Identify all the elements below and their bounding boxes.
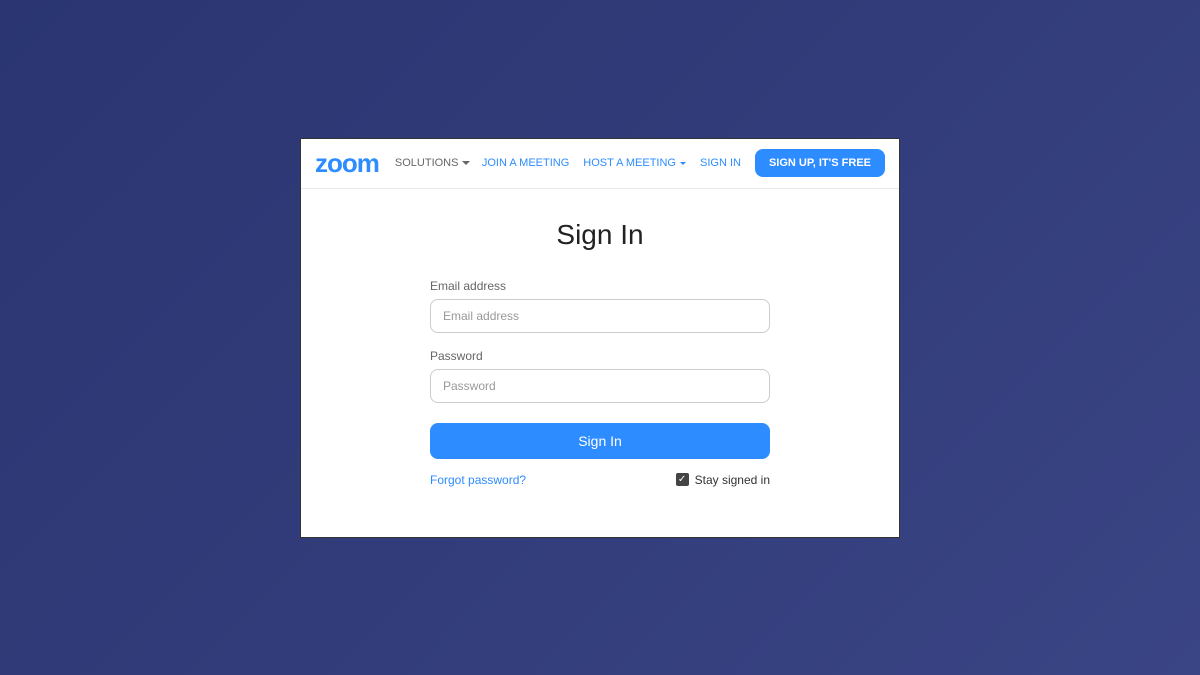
password-input[interactable] [430, 369, 770, 403]
checkmark-icon: ✓ [678, 475, 686, 485]
signin-button[interactable]: Sign In [430, 423, 770, 459]
logo-text: zoom [315, 150, 379, 176]
join-meeting-label: JOIN A MEETING [482, 157, 569, 169]
stay-signed-label: Stay signed in [695, 473, 770, 487]
solutions-label: SOLUTIONS [395, 157, 459, 169]
password-label: Password [430, 349, 770, 363]
form-footer: Forgot password? ✓ Stay signed in [430, 473, 770, 487]
email-input[interactable] [430, 299, 770, 333]
chevron-down-icon [680, 162, 686, 165]
stay-signed-in-group: ✓ Stay signed in [676, 473, 770, 487]
page-title: Sign In [556, 219, 643, 251]
app-window: zoom SOLUTIONS JOIN A MEETING HOST A MEE… [300, 138, 900, 538]
chevron-down-icon [462, 161, 470, 165]
join-meeting-link[interactable]: JOIN A MEETING [482, 157, 569, 169]
sign-in-nav-label: SIGN IN [700, 157, 741, 169]
zoom-logo[interactable]: zoom [315, 150, 379, 176]
sign-in-link[interactable]: SIGN IN [700, 157, 741, 169]
stay-signed-checkbox[interactable]: ✓ [676, 473, 689, 486]
solutions-dropdown[interactable]: SOLUTIONS [395, 157, 471, 169]
signup-button[interactable]: SIGN UP, IT'S FREE [755, 149, 885, 177]
main-content: Sign In Email address Password Sign In F… [301, 189, 899, 487]
host-meeting-label: HOST A MEETING [583, 157, 676, 169]
header-bar: zoom SOLUTIONS JOIN A MEETING HOST A MEE… [301, 139, 899, 189]
email-label: Email address [430, 279, 770, 293]
signin-form: Email address Password Sign In Forgot pa… [430, 279, 770, 487]
forgot-password-link[interactable]: Forgot password? [430, 473, 526, 487]
nav-links: JOIN A MEETING HOST A MEETING SIGN IN [482, 157, 741, 169]
host-meeting-dropdown[interactable]: HOST A MEETING [583, 157, 686, 169]
